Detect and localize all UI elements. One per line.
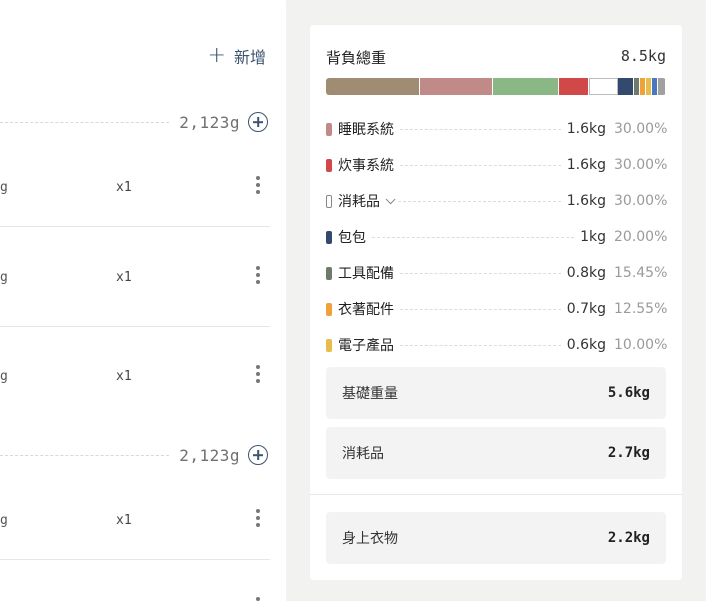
dashed-divider	[400, 308, 561, 310]
category-percentage: 30.00%	[614, 193, 668, 209]
category-percentage: 30.00%	[614, 157, 668, 173]
dashed-divider	[0, 121, 170, 123]
add-button-label: 新增	[233, 48, 266, 67]
weight-bar-segment	[658, 78, 666, 95]
chevron-down-icon[interactable]	[385, 193, 396, 204]
summary-total-weight: 8.5kg	[620, 47, 666, 65]
category-row[interactable]: 炊事系統 1.6kg 30.00%	[326, 147, 668, 183]
category-row[interactable]: 包包 1kg 20.00%	[326, 219, 668, 255]
category-color-swatch	[326, 302, 332, 316]
more-vertical-icon[interactable]	[256, 597, 260, 601]
weight-bar-segment	[617, 78, 634, 95]
table-row[interactable]: g x1	[0, 327, 270, 427]
category-header: 2,123g	[0, 443, 286, 467]
weight-summary-panel: 背負總重 8.5kg 睡眠系統 1.6kg 30.00% 炊事系統 1.6kg 30.00…	[310, 25, 682, 580]
more-vertical-icon[interactable]	[256, 176, 260, 194]
category-name: 消耗品	[338, 194, 380, 210]
add-item-circle-icon[interactable]	[248, 112, 268, 132]
category-weight: 2,123g	[179, 112, 240, 132]
card-label: 身上衣物	[342, 531, 398, 547]
category-row[interactable]: 電子產品 0.6kg 10.00%	[326, 327, 668, 363]
worn-clothing-weight-card: 身上衣物 2.2kg	[326, 512, 666, 564]
category-percentage: 30.00%	[614, 121, 668, 137]
category-weight: 0.7kg	[566, 301, 606, 317]
category-row[interactable]: 睡眠系統 1.6kg 30.00%	[326, 111, 668, 147]
weight-bar-segment	[558, 78, 589, 95]
add-item-circle-icon[interactable]	[248, 445, 268, 465]
item-quantity: x1	[116, 180, 132, 195]
item-weight-unit: g	[0, 369, 8, 384]
weight-bar-segment	[326, 78, 420, 95]
weight-bar-segment	[492, 78, 559, 95]
category-row[interactable]: 工具配備 0.8kg 15.45%	[326, 255, 668, 291]
category-name: 睡眠系統	[338, 122, 394, 138]
item-weight-unit: g	[0, 270, 8, 285]
category-weight: 0.8kg	[566, 265, 606, 281]
base-weight-card: 基礎重量 5.6kg	[326, 367, 666, 419]
category-weight: 1kg	[580, 229, 606, 245]
gear-list-panel: + 新增 2,123g g x1 g x1 g x1 2,123g g x1	[0, 0, 286, 601]
summary-title: 背負總重	[326, 49, 387, 67]
more-vertical-icon[interactable]	[256, 266, 260, 284]
dashed-divider	[372, 236, 575, 238]
more-vertical-icon[interactable]	[256, 509, 260, 527]
category-name: 包包	[338, 230, 366, 246]
category-name: 電子產品	[338, 338, 394, 354]
weight-bar-segment	[588, 78, 618, 95]
card-value: 2.7kg	[607, 445, 650, 461]
category-percentage: 15.45%	[614, 265, 668, 281]
weight-bar-segment	[419, 78, 493, 95]
consumables-weight-card: 消耗品 2.7kg	[326, 427, 666, 479]
dashed-divider	[400, 272, 561, 274]
section-divider	[310, 494, 682, 495]
item-quantity: x1	[116, 513, 132, 528]
category-color-swatch	[326, 230, 332, 244]
category-weight: 2,123g	[179, 445, 240, 465]
item-quantity: x1	[116, 369, 132, 384]
category-name: 衣著配件	[338, 302, 394, 318]
dashed-divider	[400, 164, 561, 166]
category-weight: 1.6kg	[566, 193, 606, 209]
card-label: 基礎重量	[342, 386, 398, 402]
card-value: 2.2kg	[607, 530, 650, 546]
plus-icon: +	[207, 43, 226, 68]
dashed-divider	[400, 128, 561, 130]
more-vertical-icon[interactable]	[256, 365, 260, 383]
dashed-divider	[398, 200, 561, 202]
table-row[interactable]: g x1	[0, 227, 270, 327]
dashed-divider	[0, 454, 170, 456]
category-percentage: 10.00%	[614, 337, 668, 353]
category-percentage: 12.55%	[614, 301, 668, 317]
item-weight-unit: g	[0, 513, 8, 528]
item-weight-unit: g	[0, 180, 8, 195]
category-weight: 1.6kg	[566, 121, 606, 137]
add-button[interactable]: + 新增	[208, 44, 266, 68]
weight-distribution-bar	[326, 78, 666, 95]
category-weight: 0.6kg	[566, 337, 606, 353]
category-row[interactable]: 消耗品 1.6kg 30.00%	[326, 183, 668, 219]
card-value: 5.6kg	[607, 385, 650, 401]
item-quantity: x1	[116, 270, 132, 285]
category-color-swatch	[326, 266, 332, 280]
dashed-divider	[400, 344, 561, 346]
table-row[interactable]: g x1	[0, 130, 270, 227]
category-name: 工具配備	[338, 266, 394, 282]
category-weight: 1.6kg	[566, 157, 606, 173]
category-name: 炊事系統	[338, 158, 394, 174]
card-label: 消耗品	[342, 446, 384, 462]
category-percentage: 20.00%	[614, 229, 668, 245]
category-color-swatch	[326, 194, 332, 208]
category-color-swatch	[326, 122, 332, 136]
category-weight-list: 睡眠系統 1.6kg 30.00% 炊事系統 1.6kg 30.00% 消耗品 1.6kg 30…	[326, 111, 668, 363]
category-color-swatch	[326, 338, 332, 352]
category-color-swatch	[326, 158, 332, 172]
category-row[interactable]: 衣著配件 0.7kg 12.55%	[326, 291, 668, 327]
table-row[interactable]: g x1	[0, 467, 270, 560]
